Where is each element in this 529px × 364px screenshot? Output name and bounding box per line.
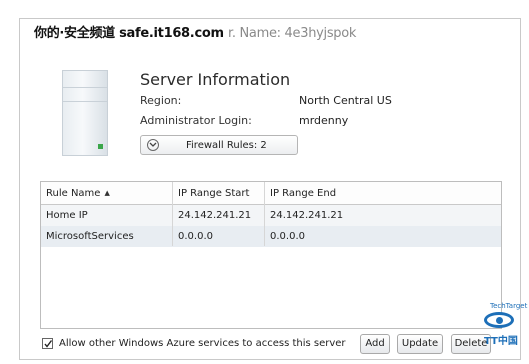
column-divider bbox=[264, 182, 265, 246]
watermark-prefix: 你的·安全频道 bbox=[34, 26, 115, 41]
table-header: Rule Name ▲ IP Range Start IP Range End bbox=[41, 182, 501, 205]
update-button[interactable]: Update bbox=[397, 334, 443, 354]
logo-mark: TT中国 bbox=[484, 336, 518, 347]
firewall-rules-label: Firewall Rules: 2 bbox=[186, 140, 267, 151]
ip-end-cell: 0.0.0.0 bbox=[270, 231, 305, 242]
server-icon bbox=[62, 70, 108, 156]
sort-ascending-icon: ▲ bbox=[104, 189, 110, 197]
firewall-rules-table: Rule Name ▲ IP Range Start IP Range End H… bbox=[40, 181, 502, 329]
firewall-rules-button[interactable]: Firewall Rules: 2 bbox=[140, 135, 298, 155]
column-header-rule-name[interactable]: Rule Name ▲ bbox=[46, 188, 110, 199]
watermark-faded-text: r. Name: 4e3hyjspok bbox=[227, 26, 357, 41]
table-row[interactable]: MicrosoftServices 0.0.0.0 0.0.0.0 bbox=[41, 226, 501, 247]
chevron-down-icon bbox=[147, 139, 159, 151]
rule-name-cell: Home IP bbox=[46, 210, 88, 221]
column-header-ip-start[interactable]: IP Range Start bbox=[178, 188, 249, 199]
admin-login-label: Administrator Login: bbox=[140, 114, 252, 127]
allow-azure-checkbox[interactable] bbox=[42, 338, 53, 349]
admin-login-value: mrdenny bbox=[299, 114, 349, 127]
add-button[interactable]: Add bbox=[360, 334, 390, 354]
region-label: Region: bbox=[140, 94, 182, 107]
ip-start-cell: 0.0.0.0 bbox=[178, 231, 213, 242]
column-divider bbox=[172, 182, 173, 246]
watermark: 你的·安全频道 safe.it168.com r. Name: 4e3hyjsp… bbox=[34, 22, 356, 41]
watermark-site: safe.it168.com bbox=[119, 26, 224, 41]
column-header-ip-end[interactable]: IP Range End bbox=[270, 188, 336, 199]
table-row[interactable]: Home IP 24.142.241.21 24.142.241.21 bbox=[41, 205, 501, 226]
rule-name-cell: MicrosoftServices bbox=[46, 231, 134, 242]
ip-end-cell: 24.142.241.21 bbox=[270, 210, 344, 221]
techtarget-logo: TechTarget TT中国 bbox=[480, 302, 527, 358]
region-value: North Central US bbox=[299, 94, 392, 107]
ip-start-cell: 24.142.241.21 bbox=[178, 210, 252, 221]
logo-brand: TechTarget bbox=[490, 302, 528, 310]
allow-azure-label: Allow other Windows Azure services to ac… bbox=[59, 338, 346, 349]
eye-icon bbox=[484, 312, 514, 328]
page-title: Server Information bbox=[140, 70, 291, 89]
